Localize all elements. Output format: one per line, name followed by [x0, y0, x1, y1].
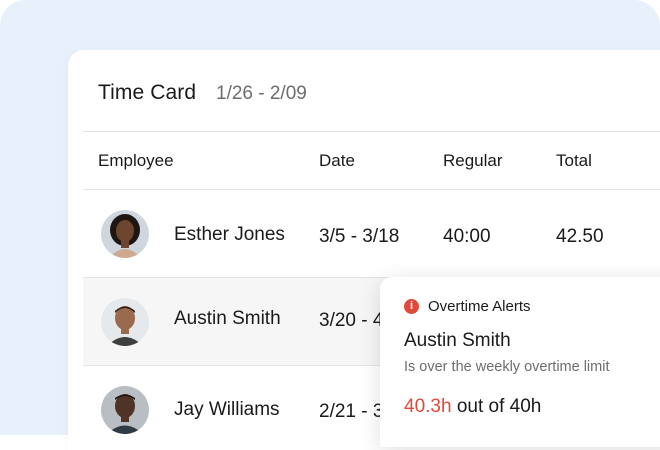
avatar	[101, 298, 149, 346]
date-cell: 3/5 - 3/18	[319, 226, 400, 247]
avatar	[101, 210, 149, 258]
column-header-regular[interactable]: Regular	[443, 151, 503, 171]
regular-cell: 40:00	[443, 226, 491, 247]
card-title: Time Card	[98, 81, 197, 104]
avatar	[101, 386, 149, 434]
header-divider	[83, 131, 660, 132]
column-header-total[interactable]: Total	[556, 151, 592, 171]
date-cell: 3/20 - 4	[319, 310, 384, 331]
column-header-employee[interactable]: Employee	[98, 151, 174, 171]
date-range: 1/26 - 2/09	[216, 83, 307, 104]
info-icon: i	[404, 299, 419, 314]
alert-hours-value: 40.3h	[404, 396, 452, 417]
alert-description: Is over the weekly overtime limit	[404, 359, 610, 375]
alert-employee-name: Austin Smith	[404, 330, 511, 351]
employee-name: Jay Williams	[174, 399, 280, 420]
employee-name: Esther Jones	[174, 224, 285, 245]
alert-hours-limit: out of 40h	[451, 396, 542, 417]
employee-name: Austin Smith	[174, 308, 281, 329]
date-cell: 2/21 - 3	[319, 401, 384, 422]
alert-title: Overtime Alerts	[428, 298, 531, 315]
total-cell: 42.50	[556, 226, 604, 247]
column-header-date[interactable]: Date	[319, 151, 355, 171]
alert-hours: 40.3h out of 40h	[404, 396, 541, 418]
